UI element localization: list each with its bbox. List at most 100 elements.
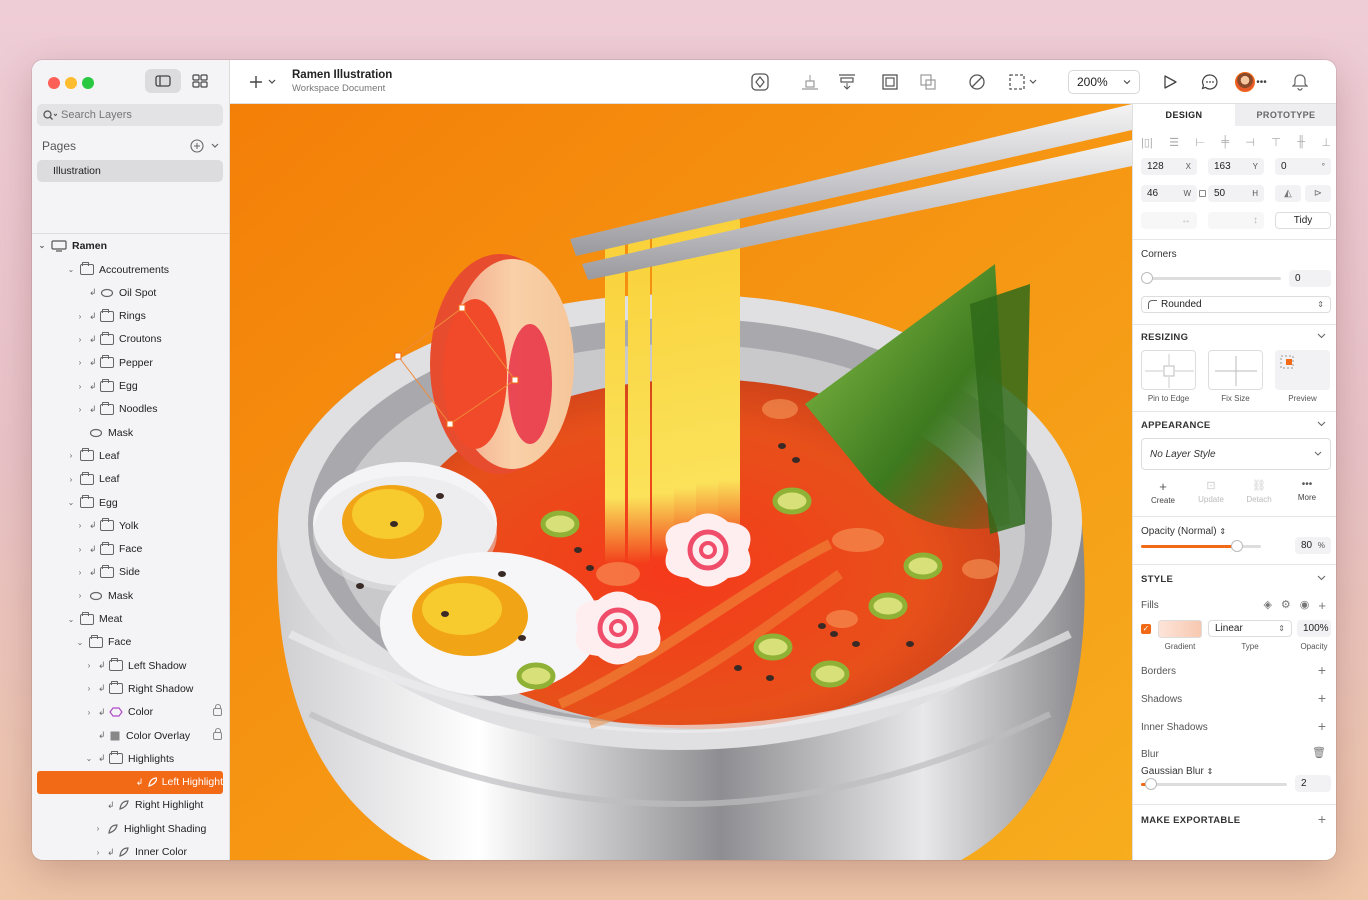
zoom-window-button[interactable] — [82, 77, 94, 89]
canvas[interactable] — [230, 104, 1132, 860]
layer-row[interactable]: ⌄ Egg — [32, 491, 229, 514]
layer-row[interactable]: › ↲ Egg — [32, 375, 229, 398]
disclosure-collapsed-icon[interactable]: › — [67, 451, 75, 460]
disclosure-collapsed-icon[interactable]: › — [94, 824, 102, 833]
layer-row[interactable]: ⌄ ↲ Highlights — [32, 747, 229, 770]
layer-row[interactable]: ⌄ Ramen — [32, 234, 229, 257]
disclosure-expanded-icon[interactable]: ⌄ — [67, 265, 75, 274]
insert-button[interactable] — [248, 72, 278, 92]
distribute-button[interactable] — [837, 72, 857, 92]
layer-row[interactable]: Mask — [32, 421, 229, 444]
disclosure-collapsed-icon[interactable]: › — [94, 848, 102, 857]
layer-row[interactable]: › ↲ Face — [32, 538, 229, 561]
layer-row[interactable]: ↲ Oil Spot — [32, 281, 229, 304]
chevron-down-icon[interactable] — [1317, 421, 1326, 428]
gear-icon[interactable]: ⚙ — [1281, 598, 1291, 613]
disclosure-collapsed-icon[interactable]: › — [67, 475, 75, 484]
add-page-icon[interactable] — [190, 139, 204, 153]
fix-size-control[interactable] — [1208, 350, 1263, 390]
page-item-illustration[interactable]: Illustration — [37, 160, 223, 182]
disclosure-collapsed-icon[interactable]: › — [76, 545, 84, 554]
disclosure-collapsed-icon[interactable]: › — [85, 661, 93, 670]
notifications-button[interactable] — [1290, 72, 1310, 92]
layer-row[interactable]: › ↲ Color — [32, 701, 229, 724]
layer-row[interactable]: ↲ Color Overlay — [32, 724, 229, 747]
chevron-down-icon[interactable] — [1317, 575, 1326, 582]
disclosure-collapsed-icon[interactable]: › — [76, 312, 84, 321]
distribute-horizontal-icon[interactable]: |▯| — [1141, 136, 1153, 150]
tab-prototype[interactable]: PROTOTYPE — [1235, 104, 1336, 126]
align-top-icon[interactable]: ⊤ — [1271, 136, 1281, 150]
close-window-button[interactable] — [48, 77, 60, 89]
distribute-vertical-icon[interactable]: ☰ — [1169, 136, 1179, 150]
align-right-icon[interactable]: ⊣ — [1245, 136, 1255, 150]
layer-row[interactable]: › ↲ Noodles — [32, 398, 229, 421]
plus-icon[interactable]: + — [1318, 598, 1326, 613]
align-bottom-button[interactable] — [800, 72, 820, 92]
layer-row[interactable]: › Leaf — [32, 444, 229, 467]
disclosure-collapsed-icon[interactable]: › — [76, 382, 84, 391]
scale-button[interactable] — [918, 72, 938, 92]
align-bottom-icon[interactable]: ⊥ — [1321, 136, 1331, 150]
tidy-button[interactable]: Tidy — [1275, 212, 1331, 229]
minimize-window-button[interactable] — [65, 77, 77, 89]
height-field[interactable]: 50 H — [1208, 185, 1264, 202]
updown-chevron-icon[interactable]: ⇕ — [1219, 527, 1226, 536]
opacity-slider[interactable] — [1141, 545, 1261, 548]
blur-slider[interactable] — [1141, 783, 1287, 786]
corners-slider[interactable] — [1141, 277, 1281, 280]
disclosure-collapsed-icon[interactable]: › — [85, 708, 93, 717]
layers-icon[interactable]: ◈ — [1263, 598, 1271, 613]
layer-style-select[interactable]: No Layer Style — [1141, 438, 1331, 470]
disclosure-expanded-icon[interactable]: ⌄ — [38, 241, 46, 250]
search-input[interactable] — [61, 109, 201, 121]
disclosure-collapsed-icon[interactable]: › — [76, 335, 84, 344]
add-shadow-icon[interactable]: + — [1318, 690, 1326, 706]
disclosure-collapsed-icon[interactable]: › — [76, 521, 84, 530]
tab-design[interactable]: DESIGN — [1133, 104, 1235, 126]
fill-opacity-field[interactable]: 100% — [1297, 620, 1331, 637]
layer-row[interactable]: ⌄ Face — [32, 631, 229, 654]
flip-horizontal-button[interactable]: ◭ — [1275, 185, 1301, 202]
zoom-select[interactable]: 200% — [1068, 70, 1140, 94]
layer-row[interactable]: › ↲ Left Shadow — [32, 654, 229, 677]
layer-row[interactable]: ↲ Right Highlight — [32, 794, 229, 817]
blur-type-select[interactable]: Gaussian Blur ⇕ — [1141, 766, 1213, 777]
lock-icon[interactable] — [213, 727, 222, 740]
disclosure-expanded-icon[interactable]: ⌄ — [76, 638, 84, 647]
horizontal-spacing-field[interactable]: ↔ — [1141, 212, 1197, 229]
fill-enabled-checkbox[interactable]: ✓ — [1141, 624, 1151, 634]
layer-row[interactable]: › ↲ Croutons — [32, 328, 229, 351]
disclosure-collapsed-icon[interactable]: › — [76, 405, 84, 414]
more-style-button[interactable]: ••• More — [1287, 479, 1327, 502]
add-export-icon[interactable]: + — [1318, 811, 1326, 827]
disclosure-expanded-icon[interactable]: ⌄ — [85, 754, 93, 763]
transform-button[interactable] — [1008, 72, 1040, 92]
width-field[interactable]: 46 W — [1141, 185, 1197, 202]
layer-row[interactable]: › ↲ Inner Color — [32, 841, 229, 861]
corner-style-select[interactable]: Rounded ⇕ — [1141, 296, 1331, 313]
layer-row[interactable]: › ↲ Pepper — [32, 351, 229, 374]
preview-button[interactable] — [1160, 72, 1180, 92]
chevron-down-icon[interactable] — [1317, 333, 1326, 340]
constrain-proportions-lock-icon[interactable] — [1199, 190, 1206, 197]
layer-row[interactable]: › Mask — [32, 584, 229, 607]
disclosure-expanded-icon[interactable]: ⌄ — [67, 615, 75, 624]
comments-button[interactable] — [1200, 72, 1220, 92]
trash-icon[interactable]: 🗑 — [1312, 746, 1326, 759]
y-field[interactable]: 163 Y — [1208, 158, 1264, 175]
fill-type-select[interactable]: Linear ⇕ — [1208, 620, 1292, 637]
layer-row[interactable]: ⌄ Accoutrements — [32, 258, 229, 281]
layer-row[interactable]: ↲ Left Highlight — [37, 770, 223, 794]
disclosure-collapsed-icon[interactable]: › — [76, 358, 84, 367]
align-middle-icon[interactable]: ╫ — [1297, 136, 1305, 150]
lock-icon[interactable] — [213, 704, 222, 717]
corners-field[interactable]: 0 — [1289, 270, 1331, 287]
blur-value-field[interactable]: 2 — [1295, 775, 1331, 792]
blur-slider-knob[interactable] — [1144, 778, 1157, 790]
disclosure-expanded-icon[interactable]: ⌄ — [67, 498, 75, 507]
color-variables-icon[interactable]: ◉ — [1300, 598, 1310, 613]
opacity-field[interactable]: 80% — [1295, 537, 1331, 554]
disclosure-collapsed-icon[interactable]: › — [76, 568, 84, 577]
fill-gradient-swatch[interactable] — [1158, 620, 1202, 638]
